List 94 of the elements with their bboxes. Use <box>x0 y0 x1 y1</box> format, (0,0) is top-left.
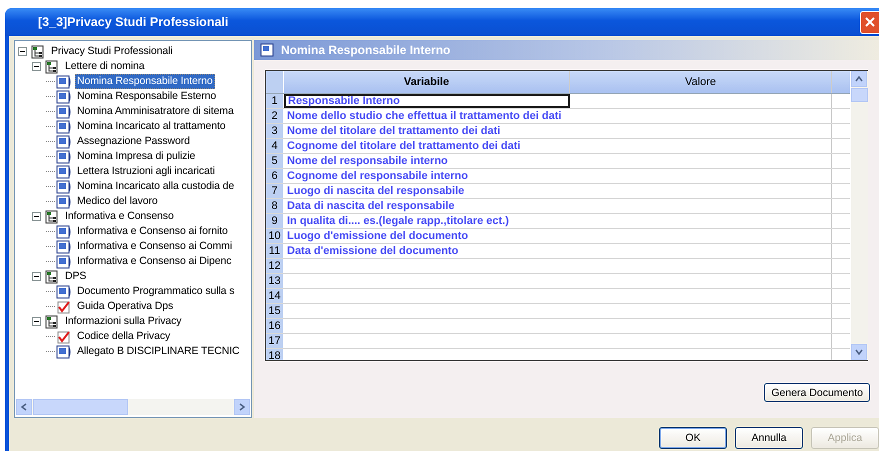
expander-icon[interactable] <box>32 317 41 326</box>
tree-folder-icon <box>44 210 60 224</box>
document-icon <box>56 344 72 358</box>
tree-item[interactable]: Nomina Responsabile Interno <box>75 74 215 89</box>
tree-item[interactable]: Documento Programmatico sulla s <box>75 284 236 299</box>
row-number: 12 <box>266 259 284 273</box>
document-icon <box>56 120 72 134</box>
checkmark-icon <box>56 300 72 314</box>
document-icon <box>56 180 72 194</box>
document-icon <box>56 90 72 104</box>
tree-item[interactable]: Informativa e Consenso <box>63 209 176 224</box>
row-number: 2 <box>266 109 284 123</box>
expander-icon[interactable] <box>32 272 41 281</box>
row-number: 3 <box>266 124 284 138</box>
window-title: [3_3]Privacy Studi Professionali <box>38 15 228 29</box>
document-icon <box>56 134 72 148</box>
table-cell[interactable]: Nome dello studio che effettua il trattamento dei dati <box>284 109 570 123</box>
tree-item[interactable]: Guida Operativa Dps <box>75 299 176 314</box>
horizontal-scrollbar[interactable] <box>16 399 250 415</box>
checkmark-icon <box>56 330 72 344</box>
tree-item[interactable]: Lettera Istruzioni agli incaricati <box>75 164 217 179</box>
tree-item[interactable]: DPS <box>63 269 88 284</box>
tree-item[interactable]: Lettere di nomina <box>63 59 146 74</box>
tree-item[interactable]: Nomina Impresa di pulizie <box>75 149 198 164</box>
document-icon <box>56 224 72 238</box>
row-number: 9 <box>266 214 284 228</box>
row-number: 14 <box>266 289 284 303</box>
tree-folder-icon <box>44 60 60 74</box>
table-cell[interactable]: Cognome del titolare del trattamento dei dati <box>284 139 570 153</box>
tree-item[interactable]: Nomina Amminisatratore di sitema <box>75 104 236 119</box>
tree-item[interactable]: Medico del lavoro <box>75 194 160 209</box>
document-icon <box>56 104 72 118</box>
expander-icon[interactable] <box>32 62 41 71</box>
vertical-scrollbar[interactable] <box>851 71 868 360</box>
tree-item[interactable]: Codice della Privacy <box>75 329 172 344</box>
document-icon <box>56 194 72 208</box>
tree-item[interactable]: Allegato B DISCIPLINARE TECNIC <box>75 344 242 359</box>
table-cell[interactable]: Data d'emissione del documento <box>284 244 570 258</box>
table-cell[interactable]: In qualita di.... es.(legale rapp.,titolare ect.) <box>284 214 570 228</box>
table-cell[interactable]: Luogo di nascita del responsabile <box>284 184 570 198</box>
row-number: 18 <box>266 349 284 360</box>
tree-item[interactable]: Informativa e Consenso ai Commi <box>75 239 234 254</box>
row-number: 1 <box>266 94 284 108</box>
table-cell[interactable]: Cognome del responsabile interno <box>284 169 570 183</box>
generate-document-button[interactable]: Genera Documento <box>764 383 870 402</box>
dialog-button[interactable]: OK <box>659 427 727 449</box>
row-number: 8 <box>266 199 284 213</box>
tree-item[interactable]: Nomina Incaricato al trattamento <box>75 119 228 134</box>
dialog-button[interactable]: Annulla <box>735 427 803 449</box>
scroll-thumb[interactable] <box>33 399 128 415</box>
document-icon <box>56 254 72 268</box>
tree-folder-icon <box>44 270 60 284</box>
table-cell[interactable]: Responsabile Interno <box>284 94 570 108</box>
tree-item[interactable]: Privacy Studi Professionali <box>49 44 175 59</box>
tree-item[interactable]: Informativa e Consenso ai fornito <box>75 224 230 239</box>
tree-item[interactable]: Assegnazione Password <box>75 134 192 149</box>
tree-item[interactable]: Nomina Responsabile Esterno <box>75 89 218 104</box>
row-number: 4 <box>266 139 284 153</box>
column-header[interactable]: Variabile <box>284 71 570 93</box>
row-number: 6 <box>266 169 284 183</box>
row-number: 11 <box>266 244 284 258</box>
table-cell[interactable]: Data di nascita del responsabile <box>284 199 570 213</box>
tree-item[interactable]: Informazioni sulla Privacy <box>63 314 184 329</box>
tree-folder-icon <box>30 44 46 58</box>
row-number: 7 <box>266 184 284 198</box>
document-icon <box>56 240 72 254</box>
scroll-down-icon[interactable] <box>855 348 863 356</box>
row-number: 13 <box>266 274 284 288</box>
table-cell[interactable]: Nome del titolare del trattamento dei dati <box>284 124 570 138</box>
row-number: 10 <box>266 229 284 243</box>
expander-icon[interactable] <box>18 47 27 56</box>
document-icon <box>56 74 72 88</box>
tree-folder-icon <box>44 314 60 328</box>
table-cell[interactable]: Nome del responsabile interno <box>284 154 570 168</box>
scroll-right-icon[interactable] <box>238 403 246 411</box>
document-icon <box>56 284 72 298</box>
close-button[interactable] <box>860 10 879 34</box>
panel-title: Nomina Responsabile Interno <box>281 43 450 57</box>
scroll-left-icon[interactable] <box>20 403 28 411</box>
scroll-up-icon[interactable] <box>855 75 863 83</box>
close-icon <box>864 16 876 28</box>
document-icon <box>56 164 72 178</box>
table-cell[interactable]: Luogo d'emissione del documento <box>284 229 570 243</box>
scroll-thumb[interactable] <box>851 88 868 102</box>
tree-item[interactable]: Informativa e Consenso ai Dipenc <box>75 254 234 269</box>
column-header[interactable]: Valore <box>570 71 832 93</box>
row-number: 16 <box>266 319 284 333</box>
row-number: 17 <box>266 334 284 348</box>
row-number: 5 <box>266 154 284 168</box>
row-number: 15 <box>266 304 284 318</box>
expander-icon[interactable] <box>32 212 41 221</box>
tree-item[interactable]: Nomina Incaricato alla custodia de <box>75 179 236 194</box>
document-icon <box>56 150 72 164</box>
document-icon <box>260 43 276 57</box>
